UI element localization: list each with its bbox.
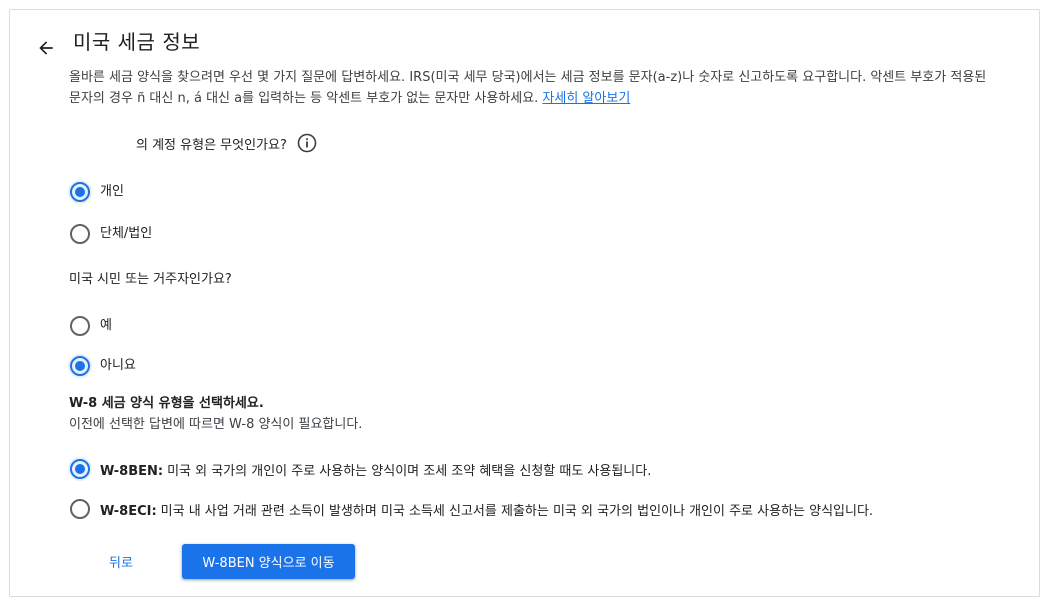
intro-body: 올바른 세금 양식을 찾으려면 우선 몇 가지 질문에 답변하세요. IRS(미… bbox=[69, 70, 987, 106]
radio-label-w8ben: W-8BEN: 미국 외 국가의 개인이 주로 사용하는 양식이며 조세 조약 혜… bbox=[100, 460, 651, 479]
intro-text: 올바른 세금 양식을 찾으려면 우선 몇 가지 질문에 답변하세요. IRS(미… bbox=[69, 67, 999, 109]
radio-halo bbox=[68, 457, 92, 481]
account-type-question-label: 의 계정 유형은 무엇인가요? bbox=[136, 137, 287, 153]
form-description: 미국 내 사업 거래 관련 소득이 발생하며 미국 소득세 신고서를 제출하는 … bbox=[160, 503, 874, 519]
radio-label: 개인 bbox=[100, 183, 124, 199]
radio-halo bbox=[68, 314, 92, 338]
radio-halo bbox=[68, 354, 92, 378]
radio-label: 예 bbox=[100, 317, 112, 333]
radio-label: 아니요 bbox=[100, 357, 136, 373]
radio-option-w8eci[interactable]: W-8ECI: 미국 내 사업 거래 관련 소득이 발생하며 미국 소득세 신고서… bbox=[68, 497, 873, 521]
back-button[interactable] bbox=[26, 28, 66, 68]
radio-option-entity[interactable]: 단체/법인 bbox=[68, 222, 152, 246]
radio-label-w8eci: W-8ECI: 미국 내 사업 거래 관련 소득이 발생하며 미국 소득세 신고서… bbox=[100, 500, 873, 519]
radio-unchecked-icon[interactable] bbox=[70, 224, 90, 244]
radio-halo bbox=[68, 497, 92, 521]
back-text-button[interactable]: 뒤로 bbox=[87, 544, 155, 578]
account-type-question: 의 계정 유형은 무엇인가요? bbox=[136, 133, 317, 153]
arrow-left-icon bbox=[39, 41, 53, 55]
w8-section-subtitle: 이전에 선택한 답변에 따르면 W-8 양식이 필요합니다. bbox=[69, 417, 363, 432]
citizenship-question: 미국 시민 또는 거주자인가요? bbox=[69, 272, 232, 287]
form-description: 미국 외 국가의 개인이 주로 사용하는 양식이며 조세 조약 혜택을 신청할 … bbox=[167, 463, 652, 479]
radio-checked-icon[interactable] bbox=[70, 459, 90, 479]
form-code: W-8ECI: bbox=[100, 503, 157, 519]
w8-section-title: W-8 세금 양식 유형을 선택하세요. bbox=[69, 396, 264, 411]
radio-halo bbox=[68, 222, 92, 246]
page-title: 미국 세금 정보 bbox=[73, 30, 201, 54]
radio-unchecked-icon[interactable] bbox=[70, 499, 90, 519]
radio-unchecked-icon[interactable] bbox=[70, 316, 90, 336]
radio-checked-icon[interactable] bbox=[70, 182, 90, 202]
radio-checked-icon[interactable] bbox=[70, 356, 90, 376]
go-to-w8ben-button[interactable]: W-8BEN 양식으로 이동 bbox=[182, 544, 355, 579]
radio-label: 단체/법인 bbox=[100, 225, 153, 241]
radio-halo bbox=[68, 180, 92, 204]
learn-more-link[interactable]: 자세히 알아보기 bbox=[542, 91, 630, 106]
radio-option-yes[interactable]: 예 bbox=[68, 314, 112, 338]
info-icon[interactable] bbox=[297, 133, 317, 153]
form-code: W-8BEN: bbox=[100, 463, 164, 479]
radio-option-individual[interactable]: 개인 bbox=[68, 180, 124, 204]
radio-option-no[interactable]: 아니요 bbox=[68, 354, 136, 378]
radio-option-w8ben[interactable]: W-8BEN: 미국 외 국가의 개인이 주로 사용하는 양식이며 조세 조약 혜… bbox=[68, 457, 651, 481]
